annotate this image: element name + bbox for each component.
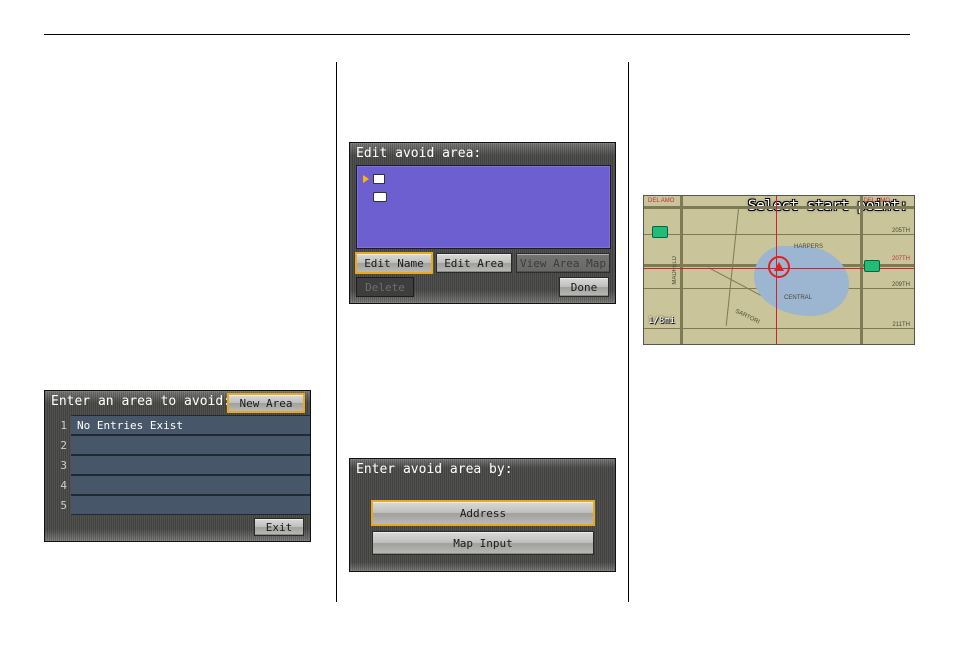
list-row-3[interactable] [71,455,310,475]
street-207: 207TH [892,256,910,262]
map-input-label: Map Input [453,537,513,550]
row-num-5: 5 [49,499,67,512]
header-rule [44,34,910,35]
new-area-label: New Area [240,397,293,410]
edit-area-label: Edit Area [444,257,504,270]
route-shield-icon [864,260,880,272]
list-row-2[interactable] [71,435,310,455]
road-vert-1 [680,196,683,344]
road-211 [644,328,914,329]
address-label: Address [460,507,506,520]
street-209: 209TH [892,282,910,288]
page-root: { "panel_enter_area": { "title": "Enter … [0,0,954,652]
street-central: CENTRAL [784,295,812,301]
road-205 [644,234,914,235]
panel-enter-area-title: Enter an area to avoid: [51,394,231,409]
map-panel[interactable]: Select start point: DEL AMO DEL AMO 205T… [643,195,915,345]
map-polygon [754,246,849,316]
new-area-button[interactable]: New Area [228,394,304,412]
panel-enter-area: Enter an area to avoid: New Area 1 No En… [44,390,311,542]
preview-row-2 [373,192,387,202]
avoid-area-preview [356,165,611,249]
row-num-4: 4 [49,479,67,492]
edit-name-label: Edit Name [364,257,424,270]
selected-indicator-icon [363,175,369,183]
street-del-amo-left: DEL AMO [648,198,674,204]
street-sartori: SARTORI [734,309,760,326]
panel-enter-by-title: Enter avoid area by: [356,462,513,477]
start-point-marker-icon [768,256,790,278]
street-205: 205TH [892,228,910,234]
row-num-3: 3 [49,459,67,472]
row-num-2: 2 [49,439,67,452]
row-text-1: No Entries Exist [77,419,183,432]
exit-label: Exit [266,521,293,534]
exit-button[interactable]: Exit [254,518,304,536]
street-madfeld: MADFELD [672,256,678,285]
column-separator-1 [336,62,337,602]
panel-edit-area-title: Edit avoid area: [356,146,481,161]
map-scale: 1/8mi [648,316,675,326]
street-del-amo-right: DEL AMO [864,198,890,204]
area-thumb-icon [373,174,385,184]
view-area-map-button: View Area Map [516,253,610,273]
preview-row-1 [363,174,385,184]
done-label: Done [571,281,598,294]
list-row-1[interactable]: No Entries Exist [71,415,310,435]
row-num-1: 1 [49,419,67,432]
road-vert-2 [860,196,863,344]
edit-area-button[interactable]: Edit Area [436,253,512,273]
panel-edit-area: Edit avoid area: Edit Name Edit Area Vie… [349,142,616,304]
address-button[interactable]: Address [372,501,594,525]
area-thumb-icon [373,192,387,202]
column-separator-2 [628,62,629,602]
done-button[interactable]: Done [559,277,609,297]
list-row-5[interactable] [71,495,310,515]
street-harpers: HARPERS [794,244,823,250]
list-row-4[interactable] [71,475,310,495]
edit-name-button[interactable]: Edit Name [356,253,432,273]
panel-enter-by: Enter avoid area by: Address Map Input [349,458,616,572]
gps-badge-icon [652,226,668,238]
delete-label: Delete [365,281,405,294]
street-211: 211TH [892,322,910,328]
map-input-button[interactable]: Map Input [372,531,594,555]
delete-button: Delete [356,277,414,297]
view-area-map-label: View Area Map [520,257,606,270]
road-del-amo [644,206,914,209]
